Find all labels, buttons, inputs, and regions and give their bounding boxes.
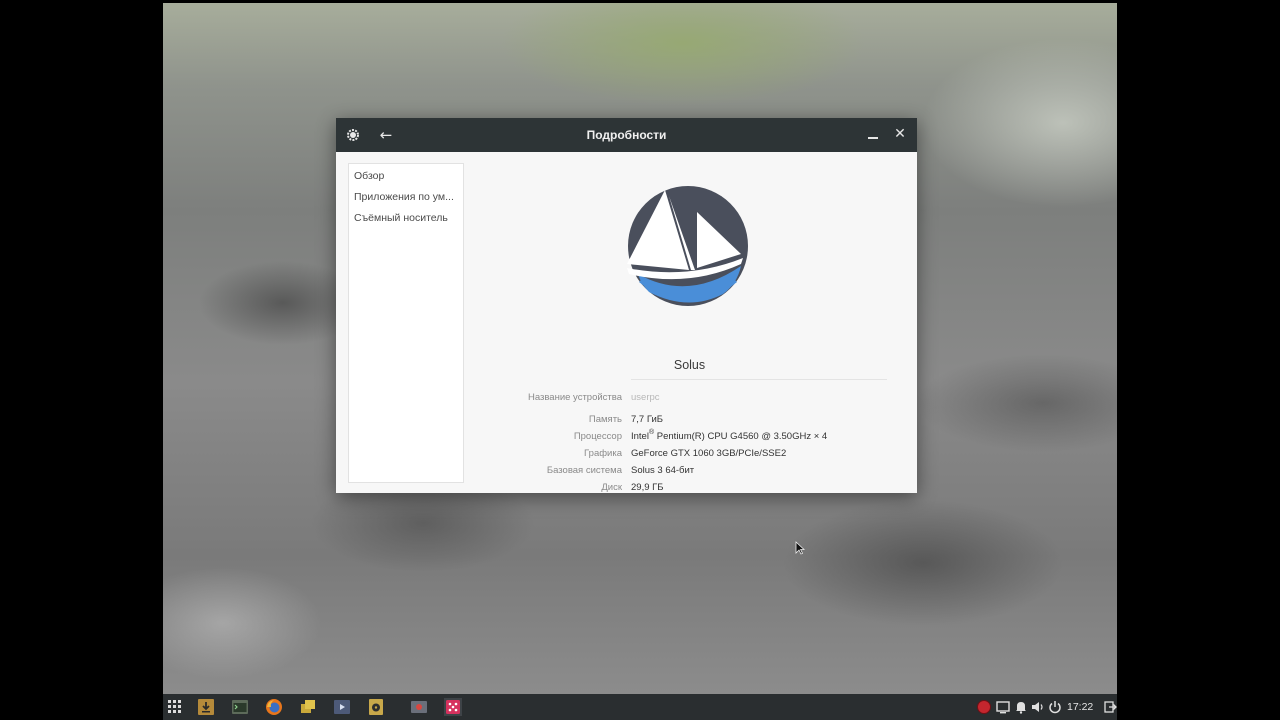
memory-label: Память	[588, 414, 622, 425]
device-name-row: Название устройства userpc	[462, 392, 917, 414]
graphics-label: Графика	[584, 448, 622, 459]
logout-icon[interactable]	[1101, 698, 1119, 716]
mouse-cursor-icon	[795, 541, 805, 555]
memory-row: Память 7,7 ГиБ	[462, 414, 917, 431]
screen-recorder-icon[interactable]	[410, 698, 428, 716]
notifications-icon[interactable]	[1012, 698, 1030, 716]
graphics-row: Графика GeForce GTX 1060 3GB/PCIe/SSE2	[462, 448, 917, 465]
processor-brand: Intel	[631, 431, 649, 442]
minimize-button[interactable]	[865, 127, 881, 143]
rhythmbox-icon[interactable]	[367, 698, 385, 716]
apps-grid-icon[interactable]	[167, 698, 185, 716]
volume-icon[interactable]	[1029, 698, 1047, 716]
base-system-label: Базовая система	[546, 465, 622, 476]
processor-model: Pentium(R) CPU G4560 @ 3.50GHz × 4	[654, 431, 828, 442]
taskbar: 17:22	[163, 694, 1117, 720]
firefox-icon[interactable]	[265, 698, 283, 716]
overview-panel: Solus Название устройства userpc Память …	[462, 152, 917, 493]
video-player-icon[interactable]	[333, 698, 351, 716]
processor-row: Процессор Intel® Pentium(R) CPU G4560 @ …	[462, 429, 917, 448]
sidebar-item-overview[interactable]: Обзор	[349, 166, 463, 186]
power-icon[interactable]	[1046, 698, 1064, 716]
disk-label: Диск	[601, 482, 622, 493]
settings-app-icon[interactable]	[444, 698, 462, 716]
sidebar-item-removable-media[interactable]: Съёмный носитель	[349, 208, 463, 228]
display-icon[interactable]	[994, 698, 1012, 716]
solus-logo-icon	[627, 186, 748, 306]
sidebar: Обзор Приложения по ум... Съёмный носите…	[348, 163, 464, 483]
terminal-icon[interactable]	[231, 698, 249, 716]
processor-value: Intel® Pentium(R) CPU G4560 @ 3.50GHz × …	[631, 429, 828, 442]
processor-label: Процессор	[573, 431, 622, 442]
base-system-row: Базовая система Solus 3 64-бит	[462, 465, 917, 482]
details-window: ← Подробности ✕ Обзор Приложения по ум..…	[336, 118, 917, 493]
device-name-underline	[631, 379, 887, 380]
device-name-field[interactable]: userpc	[631, 392, 660, 403]
sidebar-item-default-apps[interactable]: Приложения по ум...	[349, 187, 463, 207]
window-title: Подробности	[586, 128, 667, 142]
record-indicator-icon[interactable]	[975, 698, 993, 716]
registered-mark: ®	[648, 429, 655, 436]
memory-value: 7,7 ГиБ	[631, 414, 663, 425]
system-info: Название устройства userpc Память 7,7 Ги…	[462, 392, 917, 499]
disk-value: 29,9 ГБ	[631, 482, 664, 493]
close-button[interactable]: ✕	[891, 125, 909, 143]
files-icon[interactable]	[299, 698, 317, 716]
window-titlebar[interactable]: ← Подробности ✕	[336, 118, 917, 152]
downloads-icon[interactable]	[197, 698, 215, 716]
disk-row: Диск 29,9 ГБ	[462, 482, 917, 499]
graphics-value: GeForce GTX 1060 3GB/PCIe/SSE2	[631, 448, 787, 459]
taskbar-clock[interactable]: 17:22	[1067, 694, 1093, 720]
os-name: Solus	[673, 358, 706, 372]
base-system-value: Solus 3 64-бит	[631, 465, 695, 476]
device-name-label: Название устройства	[527, 392, 622, 403]
